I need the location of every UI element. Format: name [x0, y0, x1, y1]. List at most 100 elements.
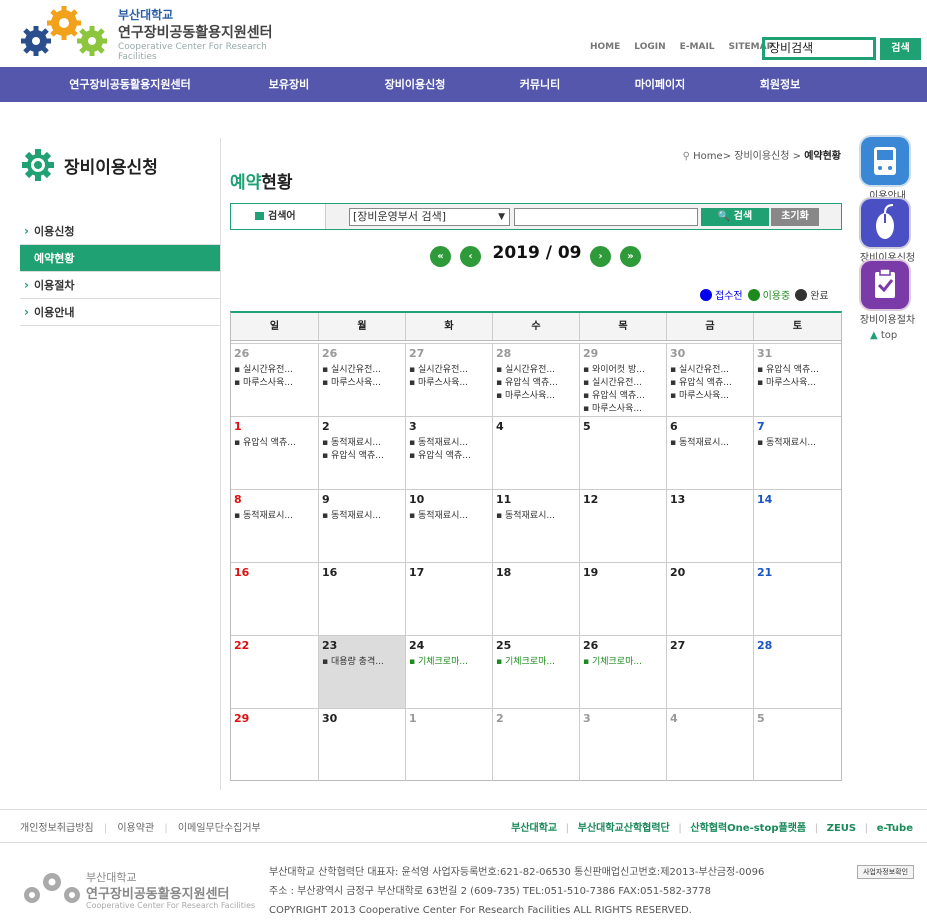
calendar-day-cell[interactable]: 18: [492, 562, 579, 635]
terms-link[interactable]: 이용약관: [117, 823, 154, 834]
calendar-day-cell[interactable]: 22: [231, 635, 318, 708]
calendar-day-cell[interactable]: 26 실시간유전...마루스사육...: [318, 343, 405, 416]
calendar-day-cell[interactable]: 3: [579, 708, 666, 781]
calendar-day-cell[interactable]: 25 기체크로마...: [492, 635, 579, 708]
calendar-day-cell[interactable]: 30 실시간유전...유압식 액츄...마루스사육...: [666, 343, 753, 416]
gnb-item-mypage[interactable]: 마이페이지: [610, 67, 710, 102]
privacy-policy-link[interactable]: 개인정보취급방침: [20, 823, 94, 834]
equipment-search-input[interactable]: 장비검색: [762, 37, 876, 60]
calendar-day-cell[interactable]: 27: [666, 635, 753, 708]
business-info-badge[interactable]: 사업자정보확인: [857, 865, 914, 879]
reservation-event[interactable]: 유압식 액츄...: [583, 390, 665, 403]
reservation-event[interactable]: 실시간유전...: [583, 377, 665, 390]
calendar-day-cell[interactable]: 31 유압식 액츄...마루스사육...: [753, 343, 841, 416]
calendar-day-cell[interactable]: 1 유압식 액츄...: [231, 416, 318, 489]
calendar-day-cell[interactable]: 6 동적재료시...: [666, 416, 753, 489]
calendar-day-cell[interactable]: 3 동적재료시...유압식 액츄...: [405, 416, 492, 489]
calendar-day-cell[interactable]: 1: [405, 708, 492, 781]
email-refusal-link[interactable]: 이메일무단수집거부: [178, 823, 261, 834]
reservation-event[interactable]: 마루스사육...: [234, 377, 316, 390]
calendar-day-cell[interactable]: 28: [753, 635, 841, 708]
gnb-item-center[interactable]: 연구장비공동활용지원센터: [40, 67, 220, 102]
scroll-top-link[interactable]: ▲ top: [870, 330, 897, 341]
reservation-event[interactable]: 기체크로마...: [583, 656, 665, 669]
reservation-event[interactable]: 유압식 액츄...: [409, 450, 491, 463]
calendar-day-cell[interactable]: 5: [753, 708, 841, 781]
partner-link-etube[interactable]: e-Tube: [877, 823, 913, 834]
reservation-event[interactable]: 마루스사육...: [409, 377, 491, 390]
gnb-item-community[interactable]: 커뮤니티: [490, 67, 590, 102]
reservation-event[interactable]: 유압식 액츄...: [496, 377, 578, 390]
calendar-day-cell[interactable]: 10 동적재료시...: [405, 489, 492, 562]
breadcrumb-path[interactable]: Home> 장비이용신청 >: [693, 151, 804, 162]
reservation-event[interactable]: 동적재료시...: [322, 510, 404, 523]
reservation-event[interactable]: 동적재료시...: [670, 437, 752, 450]
calendar-day-cell[interactable]: 17: [405, 562, 492, 635]
partner-link-zeus[interactable]: ZEUS: [827, 823, 856, 834]
reservation-event[interactable]: 유압식 액츄...: [757, 364, 839, 377]
calendar-day-cell[interactable]: 7 동적재료시...: [753, 416, 841, 489]
reservation-event[interactable]: 마루스사육...: [583, 403, 665, 416]
calendar-day-cell[interactable]: 8 동적재료시...: [231, 489, 318, 562]
calendar-day-cell[interactable]: 14: [753, 489, 841, 562]
prev-month-button[interactable]: ‹: [460, 246, 481, 267]
gnb-item-application[interactable]: 장비이용신청: [355, 67, 475, 102]
gnb-item-member[interactable]: 회원정보: [730, 67, 830, 102]
reservation-event[interactable]: 실시간유전...: [409, 364, 491, 377]
reservation-event[interactable]: 실시간유전...: [234, 364, 316, 377]
reservation-event[interactable]: 기체크로마...: [409, 656, 491, 669]
calendar-day-cell[interactable]: 4: [666, 708, 753, 781]
lnb-item-apply[interactable]: 이용신청: [20, 218, 220, 245]
reservation-event[interactable]: 마루스사육...: [670, 390, 752, 403]
reservation-event[interactable]: 마루스사육...: [757, 377, 839, 390]
mouse-icon[interactable]: [861, 199, 909, 247]
calendar-day-cell[interactable]: 29 와이어컷 방...실시간유전...유압식 액츄...마루스사육...: [579, 343, 666, 416]
reservation-event[interactable]: 실시간유전...: [496, 364, 578, 377]
reservation-event[interactable]: 기체크로마...: [496, 656, 578, 669]
reservation-event[interactable]: 동적재료시...: [757, 437, 839, 450]
quick-procedure-label[interactable]: 장비이용절차: [848, 311, 927, 326]
calendar-day-cell[interactable]: 2 동적재료시...유압식 액츄...: [318, 416, 405, 489]
calendar-day-cell[interactable]: 9 동적재료시...: [318, 489, 405, 562]
site-logo[interactable]: 부산대학교 연구장비공동활용지원센터 Cooperative Center Fo…: [18, 5, 288, 62]
gamepad-icon[interactable]: [861, 137, 909, 185]
reservation-event[interactable]: 실시간유전...: [322, 364, 404, 377]
reservation-event[interactable]: 마루스사육...: [322, 377, 404, 390]
calendar-day-cell[interactable]: 28 실시간유전...유압식 액츄...마루스사육...: [492, 343, 579, 416]
calendar-day-cell[interactable]: 4: [492, 416, 579, 489]
lnb-item-reservation-status[interactable]: 예약현황: [20, 245, 220, 272]
reservation-event[interactable]: 유압식 액츄...: [234, 437, 316, 450]
email-link[interactable]: E-MAIL: [680, 42, 715, 52]
login-link[interactable]: LOGIN: [634, 42, 665, 52]
lnb-item-procedure[interactable]: 이용절차: [20, 272, 220, 299]
calendar-day-cell[interactable]: 26 실시간유전...마루스사육...: [231, 343, 318, 416]
equipment-search-button[interactable]: 검색: [880, 38, 921, 60]
prev-year-button[interactable]: «: [430, 246, 451, 267]
calendar-day-cell[interactable]: 13: [666, 489, 753, 562]
reservation-event[interactable]: 동적재료시...: [409, 510, 491, 523]
calendar-day-cell[interactable]: 23 대용량 충격...: [318, 635, 405, 708]
calendar-day-cell[interactable]: 24 기체크로마...: [405, 635, 492, 708]
partner-link-pnu[interactable]: 부산대학교: [511, 823, 557, 834]
reservation-event[interactable]: 유압식 액츄...: [670, 377, 752, 390]
partner-link-foundation[interactable]: 부산대학교산학협력단: [578, 823, 670, 834]
reservation-event[interactable]: 와이어컷 방...: [583, 364, 665, 377]
reservation-event[interactable]: 동적재료시...: [322, 437, 404, 450]
calendar-day-cell[interactable]: 12: [579, 489, 666, 562]
lnb-item-guide[interactable]: 이용안내: [20, 299, 220, 326]
calendar-day-cell[interactable]: 30: [318, 708, 405, 781]
keyword-input[interactable]: [514, 208, 698, 226]
calendar-day-cell[interactable]: 29: [231, 708, 318, 781]
home-link[interactable]: HOME: [590, 42, 620, 52]
calendar-day-cell[interactable]: 21: [753, 562, 841, 635]
reset-button[interactable]: 초기화: [771, 208, 819, 226]
partner-link-onestop[interactable]: 산학협력One-stop플랫폼: [690, 823, 806, 834]
calendar-day-cell[interactable]: 11 동적재료시...: [492, 489, 579, 562]
clipboard-check-icon[interactable]: [861, 261, 909, 309]
department-select[interactable]: [장비운영부서 검색] ▼: [349, 208, 510, 226]
reservation-event[interactable]: 실시간유전...: [670, 364, 752, 377]
calendar-day-cell[interactable]: 26 기체크로마...: [579, 635, 666, 708]
search-button[interactable]: 🔍 검색: [701, 208, 769, 226]
calendar-day-cell[interactable]: 16: [318, 562, 405, 635]
gnb-item-equipment[interactable]: 보유장비: [238, 67, 340, 102]
